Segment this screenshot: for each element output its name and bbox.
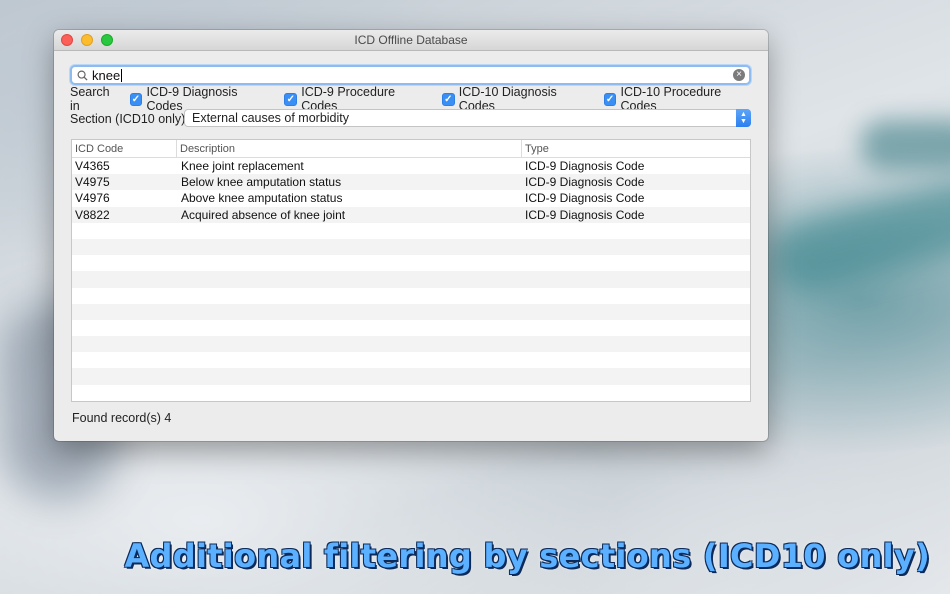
empty-row bbox=[72, 368, 750, 385]
checkmark-icon[interactable]: ✓ bbox=[603, 92, 617, 106]
empty-row bbox=[72, 320, 750, 336]
cell-description: Below knee amputation status bbox=[181, 175, 342, 190]
window-title: ICD Offline Database bbox=[354, 33, 468, 47]
column-header-icd-code[interactable]: ICD Code bbox=[72, 140, 177, 157]
empty-row bbox=[72, 336, 750, 353]
select-arrows-icon[interactable]: ▲ ▼ bbox=[736, 109, 751, 127]
app-window: ICD Offline Database knee × Search in ✓ … bbox=[54, 30, 768, 441]
cell-type: ICD-9 Diagnosis Code bbox=[525, 159, 645, 173]
promo-caption: Additional filtering by sections (ICD10 … bbox=[124, 537, 930, 575]
empty-row bbox=[72, 238, 750, 256]
empty-row bbox=[72, 400, 750, 401]
search-in-label: Search in bbox=[70, 85, 110, 113]
cell-type: ICD-9 Diagnosis Code bbox=[525, 207, 645, 222]
cell-description: Knee joint replacement bbox=[181, 159, 304, 173]
title-bar: ICD Offline Database bbox=[54, 30, 768, 51]
checkmark-icon[interactable]: ✓ bbox=[284, 92, 298, 106]
empty-row bbox=[72, 255, 750, 271]
empty-row bbox=[72, 303, 750, 320]
results-table: ICD Code Description Type V4365 Knee joi… bbox=[71, 139, 751, 402]
empty-row bbox=[72, 385, 750, 401]
empty-row bbox=[72, 271, 750, 288]
minimize-window-button[interactable] bbox=[81, 34, 93, 46]
section-filter: Section (ICD10 only) bbox=[70, 110, 193, 128]
empty-row bbox=[72, 288, 750, 304]
clear-search-icon[interactable]: × bbox=[733, 69, 745, 81]
record-count-status: Found record(s) 4 bbox=[72, 411, 172, 425]
table-row[interactable]: V8822 Acquired absence of knee joint ICD… bbox=[72, 206, 750, 223]
section-selected-value: External causes of morbidity bbox=[192, 111, 350, 125]
cell-description: Acquired absence of knee joint bbox=[181, 207, 346, 222]
cell-code: V8822 bbox=[75, 207, 110, 222]
table-row[interactable]: V4975 Below knee amputation status ICD-9… bbox=[72, 174, 750, 191]
checkmark-icon[interactable]: ✓ bbox=[441, 92, 455, 106]
section-select[interactable]: External causes of morbidity ▲ ▼ bbox=[184, 109, 751, 127]
search-icon bbox=[77, 70, 88, 81]
table-header: ICD Code Description Type bbox=[72, 140, 750, 158]
section-label: Section (ICD10 only) bbox=[70, 112, 186, 126]
search-input[interactable]: knee bbox=[92, 68, 120, 83]
empty-row bbox=[72, 352, 750, 368]
cell-description: Above knee amputation status bbox=[181, 191, 343, 206]
column-header-description[interactable]: Description bbox=[177, 140, 522, 157]
cell-type: ICD-9 Diagnosis Code bbox=[525, 175, 645, 190]
cell-code: V4975 bbox=[75, 175, 110, 190]
search-in-options: Search in ✓ ICD-9 Diagnosis Codes ✓ ICD-… bbox=[70, 85, 768, 113]
table-row[interactable]: V4365 Knee joint replacement ICD-9 Diagn… bbox=[72, 158, 750, 174]
search-field[interactable]: knee × bbox=[70, 65, 751, 85]
zoom-window-button[interactable] bbox=[101, 34, 113, 46]
checkmark-icon[interactable]: ✓ bbox=[129, 92, 143, 106]
table-row[interactable]: V4976 Above knee amputation status ICD-9… bbox=[72, 190, 750, 206]
close-window-button[interactable] bbox=[61, 34, 73, 46]
column-header-type[interactable]: Type bbox=[522, 140, 750, 157]
cell-code: V4365 bbox=[75, 159, 110, 173]
empty-row bbox=[72, 223, 750, 239]
cell-type: ICD-9 Diagnosis Code bbox=[525, 191, 645, 206]
cell-code: V4976 bbox=[75, 191, 110, 206]
